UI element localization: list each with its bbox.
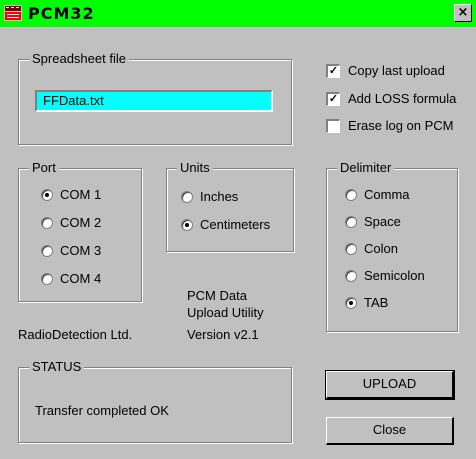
version-label: Version v2.1 — [187, 327, 259, 342]
radio-circle — [345, 270, 357, 282]
status-group: STATUS Transfer completed OK — [18, 359, 292, 443]
checkbox-box: ✓ — [326, 92, 340, 106]
status-message: Transfer completed OK — [35, 403, 169, 418]
app-icon — [4, 5, 22, 21]
checkbox-box: ✓ — [326, 64, 340, 78]
spreadsheet-file-legend: Spreadsheet file — [29, 51, 129, 66]
units-group: Units Inches Centimeters — [166, 160, 294, 252]
company-label: RadioDetection Ltd. — [18, 327, 133, 342]
port-legend: Port — [29, 160, 59, 175]
radio-circle — [345, 297, 357, 309]
delimiter-group: Delimiter Comma Space Colon Semicolon TA… — [326, 160, 458, 332]
radio-circle — [41, 245, 53, 257]
units-legend: Units — [177, 160, 213, 175]
close-window-button[interactable]: × — [454, 4, 472, 22]
app-name-line1: PCM Data — [187, 288, 247, 303]
spreadsheet-file-input[interactable]: FFData.txt — [35, 90, 273, 112]
radio-circle — [41, 217, 53, 229]
upload-button[interactable]: UPLOAD — [325, 370, 455, 400]
pcm32-window: PCM32 × Spreadsheet file FFData.txt ✓ Co… — [0, 0, 476, 459]
window-title: PCM32 — [28, 4, 95, 23]
radio-circle — [345, 216, 357, 228]
radio-circle — [181, 191, 193, 203]
close-button[interactable]: Close — [326, 417, 454, 445]
status-legend: STATUS — [29, 359, 85, 374]
radio-circle — [181, 219, 193, 231]
radio-circle — [345, 243, 357, 255]
title-bar[interactable]: PCM32 × — [0, 0, 476, 27]
checkbox-box — [326, 119, 340, 133]
spreadsheet-file-group: Spreadsheet file FFData.txt — [18, 51, 292, 145]
radio-circle — [41, 273, 53, 285]
port-group: Port COM 1 COM 2 COM 3 COM 4 — [18, 160, 142, 302]
spreadsheet-file-value: FFData.txt — [43, 93, 104, 108]
radio-circle — [345, 189, 357, 201]
delimiter-legend: Delimiter — [337, 160, 395, 175]
app-name-line2: Upload Utility — [187, 305, 264, 320]
radio-circle — [41, 189, 53, 201]
